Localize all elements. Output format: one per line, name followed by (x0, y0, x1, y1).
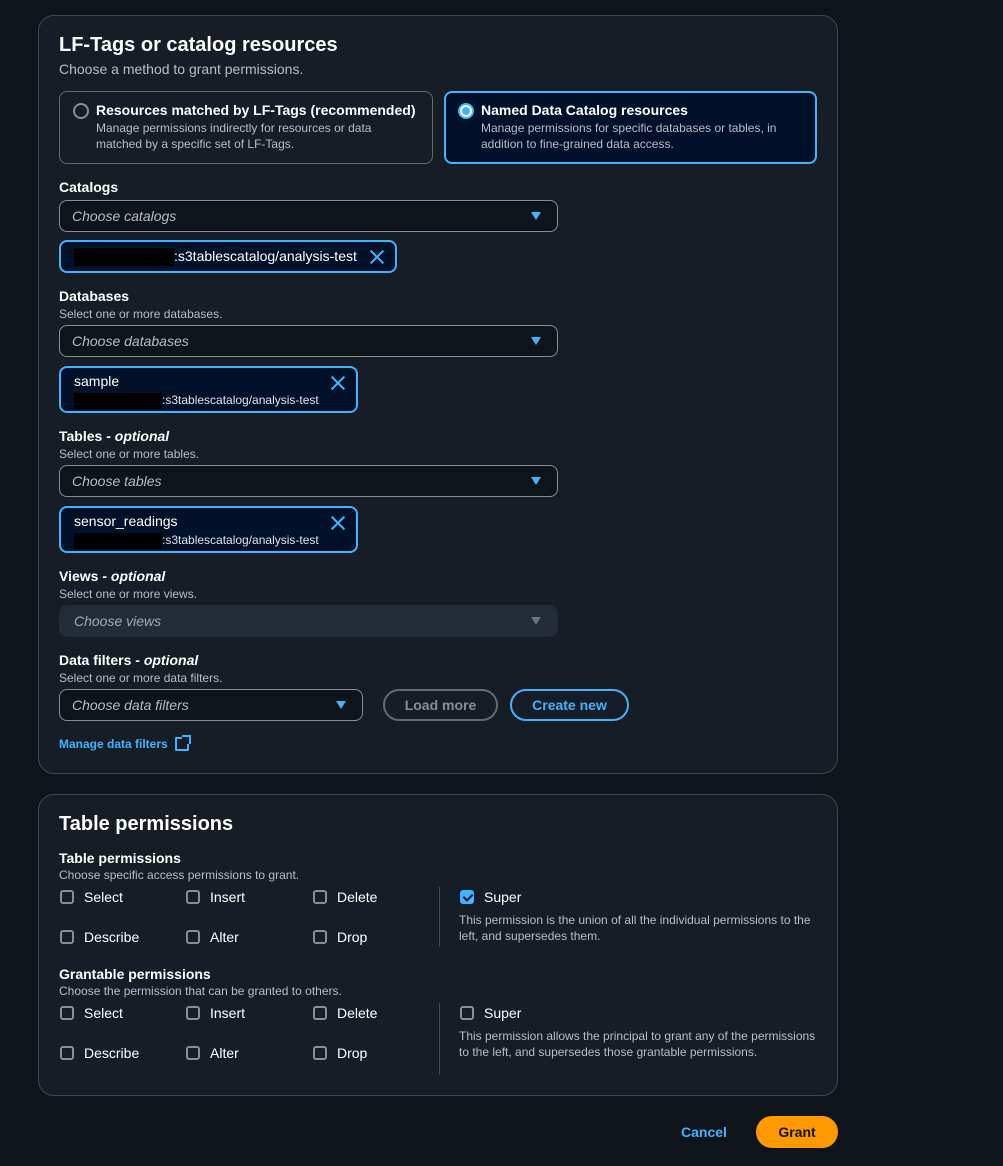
external-link-icon[interactable] (175, 735, 191, 751)
cancel-button[interactable]: Cancel (668, 1116, 740, 1148)
table-perm-drop[interactable]: Drop (313, 929, 367, 945)
caret-down-icon (336, 701, 346, 709)
databases-select[interactable]: Choose databases (59, 325, 558, 357)
tile-lf-tags[interactable]: Resources matched by LF-Tags (recommende… (59, 91, 433, 164)
grant-perm-super[interactable]: Super (460, 1005, 521, 1021)
catalogs-label: Catalogs (59, 179, 119, 195)
databases-placeholder: Choose databases (72, 333, 189, 349)
checkbox[interactable] (313, 1006, 327, 1020)
resources-title: LF-Tags or catalog resources (59, 34, 338, 56)
table-perm-super[interactable]: Super (460, 889, 521, 905)
grant-perm-describe[interactable]: Describe (60, 1045, 139, 1061)
caret-down-icon (531, 337, 541, 345)
database-token: sample :s3tablescatalog/analysis-test (59, 366, 358, 413)
views-description: Select one or more views. (59, 587, 198, 601)
checkbox[interactable] (460, 1006, 474, 1020)
tables-description: Select one or more tables. (59, 447, 200, 461)
catalog-token: :s3tablescatalog/analysis-test (59, 240, 397, 273)
views-label: Views - optional (59, 568, 166, 584)
checkbox[interactable] (186, 890, 200, 904)
caret-down-icon (531, 617, 541, 625)
catalogs-placeholder: Choose catalogs (72, 208, 177, 224)
catalog-token-label: :s3tablescatalog/analysis-test (174, 248, 357, 264)
checkbox[interactable] (60, 1046, 74, 1060)
data-filters-placeholder: Choose data filters (72, 697, 189, 713)
radio-lf-tags[interactable] (73, 103, 89, 119)
grant-perm-insert[interactable]: Insert (186, 1005, 245, 1021)
tables-select[interactable]: Choose tables (59, 465, 558, 497)
table-token-label: sensor_readings (74, 513, 178, 529)
databases-description: Select one or more databases. (59, 307, 223, 321)
tile-named-resources-title: Named Data Catalog resources (481, 102, 688, 118)
resources-description: Choose a method to grant permissions. (59, 61, 304, 77)
permissions-title: Table permissions (59, 813, 234, 835)
tables-placeholder: Choose tables (72, 473, 162, 489)
table-token-sub: :s3tablescatalog/analysis-test (162, 533, 319, 548)
table-perm-insert[interactable]: Insert (186, 889, 245, 905)
grant-button[interactable]: Grant (756, 1116, 838, 1148)
table-perm-describe[interactable]: Describe (60, 929, 139, 945)
data-filters-label: Data filters - optional (59, 652, 199, 668)
tables-label: Tables - optional (59, 428, 170, 444)
checkbox[interactable] (60, 930, 74, 944)
remove-close-icon[interactable] (330, 375, 346, 391)
checkbox[interactable] (186, 930, 200, 944)
table-permissions-label: Table permissions (59, 850, 181, 866)
database-token-sub: :s3tablescatalog/analysis-test (162, 393, 319, 408)
redacted-account (74, 248, 174, 267)
tile-lf-tags-desc: Manage permissions indirectly for resour… (96, 121, 372, 151)
tile-lf-tags-title: Resources matched by LF-Tags (recommende… (96, 102, 416, 118)
table-permissions-description: Choose specific access permissions to gr… (59, 868, 300, 882)
grant-perm-alter[interactable]: Alter (186, 1045, 239, 1061)
checkbox[interactable] (186, 1046, 200, 1060)
views-placeholder: Choose views (74, 613, 162, 629)
checkbox[interactable] (60, 890, 74, 904)
radio-named-resources[interactable] (458, 103, 474, 119)
caret-down-icon (531, 477, 541, 485)
checkbox[interactable] (313, 930, 327, 944)
grant-perm-select[interactable]: Select (60, 1005, 123, 1021)
resources-panel: LF-Tags or catalog resources Choose a me… (38, 15, 838, 774)
table-perm-delete[interactable]: Delete (313, 889, 377, 905)
table-token: sensor_readings :s3tablescatalog/analysi… (59, 506, 358, 553)
tile-named-resources[interactable]: Named Data Catalog resources Manage perm… (444, 91, 817, 164)
table-perm-alter[interactable]: Alter (186, 929, 239, 945)
manage-data-filters-link[interactable]: Manage data filters (59, 737, 168, 751)
remove-close-icon[interactable] (330, 515, 346, 531)
table-super-description: This permission is the union of all the … (459, 913, 811, 943)
redacted-account (74, 533, 162, 549)
divider (439, 887, 440, 947)
grantable-permissions-description: Choose the permission that can be grante… (59, 984, 342, 998)
views-select: Choose views (59, 605, 558, 637)
data-filters-select[interactable]: Choose data filters (59, 689, 363, 721)
databases-label: Databases (59, 288, 130, 304)
grant-perm-drop[interactable]: Drop (313, 1045, 367, 1061)
create-new-button[interactable]: Create new (510, 689, 629, 721)
checkbox[interactable] (313, 890, 327, 904)
data-filters-description: Select one or more data filters. (59, 671, 223, 685)
catalogs-select[interactable]: Choose catalogs (59, 200, 558, 232)
tile-named-resources-desc: Manage permissions for specific database… (481, 121, 777, 151)
caret-down-icon (531, 212, 541, 220)
database-token-label: sample (74, 373, 120, 389)
permissions-panel: Table permissions Table permissions Choo… (38, 794, 838, 1096)
redacted-account (74, 393, 162, 409)
remove-close-icon[interactable] (369, 249, 385, 265)
grantable-permissions-label: Grantable permissions (59, 966, 211, 982)
table-perm-select[interactable]: Select (60, 889, 123, 905)
divider (439, 1003, 440, 1075)
checkbox[interactable] (313, 1046, 327, 1060)
checkbox-checked[interactable] (460, 890, 474, 904)
grant-perm-delete[interactable]: Delete (313, 1005, 377, 1021)
grantable-super-description: This permission allows the principal to … (459, 1029, 816, 1059)
checkbox[interactable] (60, 1006, 74, 1020)
load-more-button[interactable]: Load more (383, 689, 498, 721)
checkbox[interactable] (186, 1006, 200, 1020)
